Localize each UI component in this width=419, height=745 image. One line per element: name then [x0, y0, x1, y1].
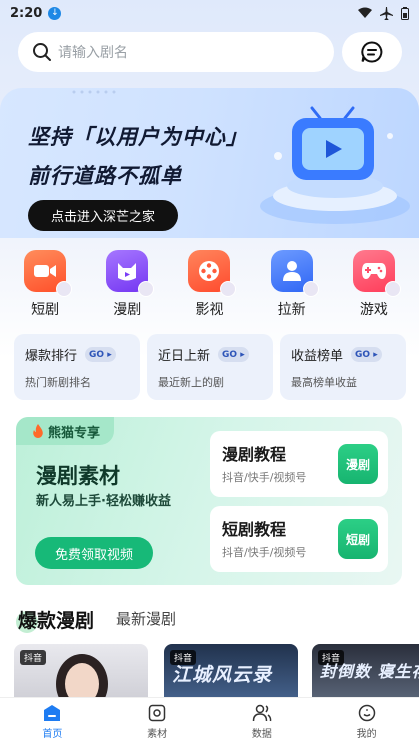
search-placeholder: 请输入剧名	[58, 45, 128, 61]
nav-label: 我的	[356, 728, 377, 740]
banner-headline: 坚持「以用户为中心」	[28, 125, 248, 149]
promo-banner[interactable]: 坚持「以用户为中心」 前行道路不孤单 点击进入深芒之家	[0, 88, 419, 238]
status-icons	[358, 6, 409, 20]
message-icon	[361, 41, 383, 63]
banner-dots	[72, 90, 116, 94]
airplane-icon	[380, 6, 393, 20]
tutorial-card-manju[interactable]: 漫剧教程 抖音/快手/视频号 漫剧	[210, 431, 388, 497]
nav-label: 数据	[251, 728, 272, 740]
download-icon: ↓	[48, 6, 62, 20]
tutorial-button[interactable]: 短剧	[338, 519, 378, 559]
tv-illustration-icon	[260, 106, 410, 224]
quick-nav-label: 游戏	[359, 302, 388, 318]
rank-card-new[interactable]: 近日上新 GO ▸ 最近新上的剧	[147, 334, 273, 400]
quick-nav-label: 影视	[195, 302, 224, 318]
users-icon	[252, 704, 272, 721]
nav-data[interactable]: 数据	[210, 698, 315, 745]
quick-nav-youxi[interactable]: 游戏	[344, 250, 404, 325]
gamepad-icon	[352, 250, 401, 297]
status-bar: 2:20 ↓	[0, 0, 419, 26]
poster-title: 封倒数 寝生存游	[320, 662, 419, 681]
go-badge: GO ▸	[218, 347, 249, 362]
tab-latest-comics[interactable]: 最新漫剧	[116, 608, 176, 633]
quick-nav: 短剧 漫剧 影视 拉新 游戏	[0, 250, 419, 325]
fire-icon	[33, 424, 43, 438]
play-badge-icon	[220, 281, 237, 297]
film-reel-icon	[188, 250, 237, 297]
rank-card-subtitle: 最近新上的剧	[158, 376, 224, 389]
exclusive-tag-label: 熊猫专享	[48, 425, 101, 441]
rank-card-subtitle: 热门新剧排名	[25, 376, 91, 389]
video-camera-icon	[24, 250, 73, 297]
nav-label: 首页	[42, 728, 63, 740]
douyin-tag: 抖音	[20, 650, 47, 665]
quick-nav-label: 漫剧	[113, 302, 142, 318]
rank-card-subtitle: 最高榜单收益	[291, 376, 357, 389]
banner-cta-button[interactable]: 点击进入深芒之家	[28, 200, 178, 231]
home-icon	[44, 704, 61, 721]
tutorial-card-duanju[interactable]: 短剧教程 抖音/快手/视频号 短剧	[210, 506, 388, 572]
check-badge-icon	[302, 281, 319, 297]
quick-nav-yingshi[interactable]: 影视	[179, 250, 239, 325]
rank-card-title: 收益榜单	[291, 349, 344, 364]
quick-nav-manju[interactable]: 漫剧	[97, 250, 157, 325]
poster-card[interactable]: 抖音 江城风云录	[164, 644, 298, 700]
rank-card-title: 爆款排行	[25, 349, 78, 364]
poster-card[interactable]: 抖音	[14, 644, 148, 700]
claim-video-button[interactable]: 免费领取视频	[35, 537, 153, 569]
bottom-nav: 首页 素材 数据 我的	[0, 697, 419, 745]
quick-nav-laxin[interactable]: 拉新	[262, 250, 322, 325]
rank-cards: 爆款排行 GO ▸ 热门新剧排名 近日上新 GO ▸ 最近新上的剧 收益榜单 G…	[14, 334, 406, 400]
check-badge-icon	[384, 281, 401, 297]
poster-list: 抖音 抖音 江城风云录 抖音 封倒数 寝生存游	[14, 644, 419, 700]
message-button[interactable]	[342, 32, 402, 72]
tutorial-button[interactable]: 漫剧	[338, 444, 378, 484]
poster-title: 江城风云录	[172, 664, 273, 686]
quick-nav-duanju[interactable]: 短剧	[15, 250, 75, 325]
rank-card-hot[interactable]: 爆款排行 GO ▸ 热门新剧排名	[14, 334, 140, 400]
exclusive-tag: 熊猫专享	[16, 417, 115, 445]
go-badge: GO ▸	[351, 347, 382, 362]
nav-home[interactable]: 首页	[0, 698, 105, 745]
rank-card-title: 近日上新	[158, 349, 211, 364]
material-title: 漫剧素材	[36, 464, 120, 488]
poster-card[interactable]: 抖音 封倒数 寝生存游	[312, 644, 419, 700]
search-icon	[33, 43, 51, 61]
status-time: 2:20	[10, 5, 43, 21]
play-badge-icon	[138, 281, 155, 297]
smile-icon	[358, 704, 375, 721]
tab-hot-comics[interactable]: 爆款漫剧	[15, 606, 94, 633]
banner-subheadline: 前行道路不孤单	[28, 164, 182, 188]
go-badge: GO ▸	[85, 347, 116, 362]
rank-card-earnings[interactable]: 收益榜单 GO ▸ 最高榜单收益	[280, 334, 406, 400]
nav-label: 素材	[147, 728, 168, 740]
user-add-icon	[270, 250, 319, 297]
comic-face-icon	[106, 250, 155, 297]
battery-icon	[401, 6, 409, 20]
material-subtitle: 新人易上手·轻松赚收益	[36, 494, 171, 509]
search-input[interactable]: 请输入剧名	[18, 32, 334, 72]
quick-nav-label: 拉新	[277, 302, 306, 318]
quick-nav-label: 短剧	[31, 302, 60, 318]
material-card: 熊猫专享 漫剧素材 新人易上手·轻松赚收益 免费领取视频 漫剧教程 抖音/快手/…	[16, 417, 402, 585]
material-icon	[148, 704, 166, 721]
wifi-icon	[358, 7, 372, 18]
nav-material[interactable]: 素材	[105, 698, 210, 745]
play-badge-icon	[56, 281, 73, 297]
feed-tabs: 爆款漫剧 最新漫剧	[15, 606, 176, 633]
nav-mine[interactable]: 我的	[314, 698, 419, 745]
